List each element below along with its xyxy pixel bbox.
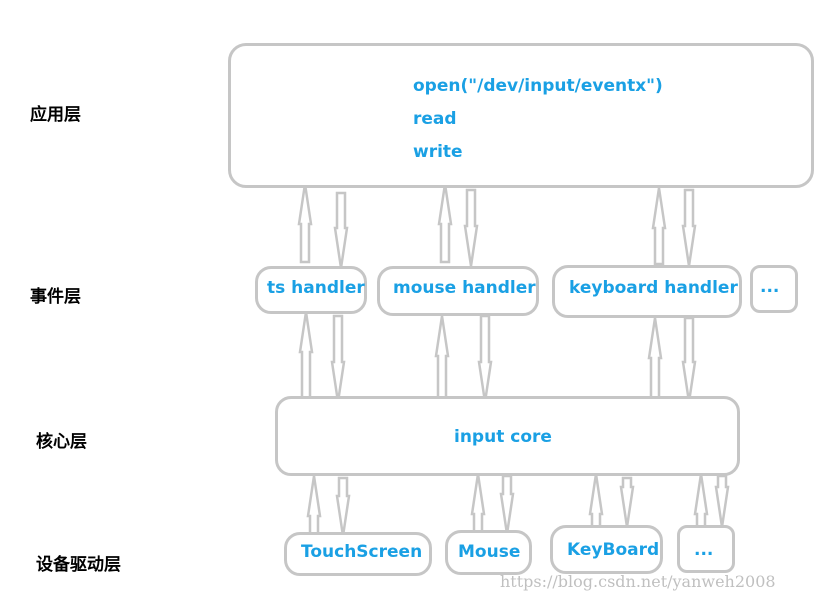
down-arrow-icon <box>335 476 351 537</box>
driver-label: KeyBoard <box>567 540 660 560</box>
driver-box-touchscreen: TouchScreen <box>284 532 432 576</box>
handler-label: mouse handler <box>393 278 536 298</box>
watermark: https://blog.csdn.net/yanweh2008 <box>500 572 776 591</box>
handler-box-keyboard: keyboard handler <box>552 265 742 318</box>
down-arrow-icon <box>333 191 349 269</box>
driver-box-mouse: Mouse <box>445 530 532 575</box>
handler-box-more: ... <box>750 265 798 313</box>
up-arrow-icon <box>437 183 453 264</box>
down-arrow-icon <box>619 476 635 528</box>
handler-box-ts: ts handler <box>255 266 367 314</box>
driver-label: Mouse <box>458 542 521 562</box>
down-arrow-icon <box>463 188 479 267</box>
up-arrow-icon <box>434 315 450 400</box>
app-line-write: write <box>413 142 463 162</box>
down-arrow-icon <box>681 188 697 267</box>
up-arrow-icon <box>651 187 667 266</box>
app-line-read: read <box>413 109 457 129</box>
core-label: input core <box>454 427 552 447</box>
driver-box-more: ... <box>677 525 735 573</box>
up-arrow-icon <box>470 473 486 534</box>
driver-label: TouchScreen <box>301 542 423 562</box>
up-arrow-icon <box>306 475 322 536</box>
driver-label: ... <box>694 540 714 560</box>
app-layer-box: open("/dev/input/eventx") read write <box>228 43 814 188</box>
up-arrow-icon <box>298 311 314 400</box>
down-arrow-icon <box>681 316 697 403</box>
handler-label: ts handler <box>267 278 365 298</box>
down-arrow-icon <box>499 474 515 535</box>
down-arrow-icon <box>477 314 493 403</box>
down-arrow-icon <box>714 474 730 528</box>
handler-box-mouse: mouse handler <box>377 266 539 316</box>
app-line-open: open("/dev/input/eventx") <box>413 76 663 96</box>
handler-label: keyboard handler <box>569 278 738 298</box>
driver-box-keyboard: KeyBoard <box>550 525 663 574</box>
up-arrow-icon <box>588 473 604 529</box>
core-layer-box: input core <box>275 396 740 476</box>
down-arrow-icon <box>330 314 346 403</box>
up-arrow-icon <box>647 317 663 400</box>
up-arrow-icon <box>297 183 313 264</box>
handler-label: ... <box>760 277 780 297</box>
up-arrow-icon <box>693 473 709 529</box>
